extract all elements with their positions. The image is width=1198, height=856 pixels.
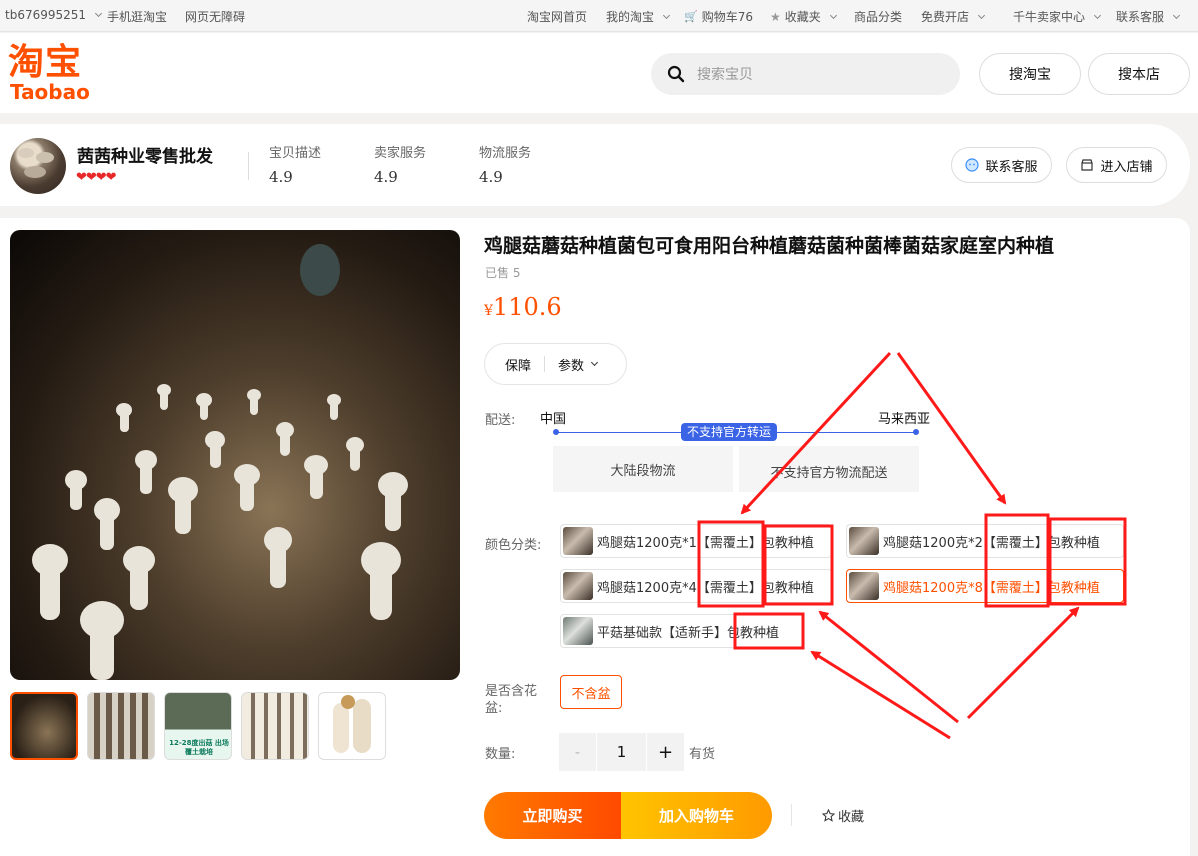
search-input[interactable]: 搜索宝贝	[697, 64, 753, 84]
favorites-link[interactable]: ★ 收藏夹	[770, 8, 837, 25]
color-label: 颜色分类:	[485, 538, 542, 553]
search-box[interactable]: 搜索宝贝	[651, 53, 960, 95]
sku-thumbnail	[849, 572, 879, 600]
shipping-label: 配送:	[485, 413, 516, 428]
score-service: 卖家服务 4.9	[374, 146, 427, 186]
ship-option-mainland: 大陆段物流	[553, 446, 733, 492]
chat-icon	[965, 158, 980, 172]
sku-option-5[interactable]: 平菇基础款【适新手】包教种植	[560, 614, 804, 648]
thumbnail-2[interactable]	[87, 692, 155, 760]
chevron-down-icon	[1172, 11, 1181, 19]
chevron-down-icon	[95, 9, 103, 18]
my-taobao-link[interactable]: 我的淘宝	[606, 8, 671, 25]
sku-option-3[interactable]: 鸡腿菇1200克*4【需覆土】包教种植	[560, 569, 832, 603]
enter-store-button[interactable]: 进入店铺	[1066, 147, 1167, 183]
store-icon	[1081, 159, 1094, 171]
search-store-button[interactable]: 搜本店	[1088, 53, 1190, 95]
add-to-cart-button[interactable]: 加入购物车	[621, 792, 772, 839]
search-taobao-button[interactable]: 搜淘宝	[979, 53, 1081, 95]
sku-thumbnail	[849, 527, 879, 555]
favorite-button[interactable]: 收藏	[822, 806, 864, 825]
chevron-down-icon	[662, 11, 671, 19]
route-start-dot	[553, 429, 559, 435]
shop-avatar[interactable]	[10, 138, 66, 194]
mushroom-field-image	[32, 244, 408, 680]
chevron-down-icon	[1093, 11, 1102, 19]
cart-icon: 🛒	[684, 10, 698, 23]
seller-center-link[interactable]: 千牛卖家中心	[1013, 8, 1102, 25]
thumbnail-1[interactable]	[10, 692, 78, 760]
score-logistics: 物流服务 4.9	[479, 146, 532, 186]
chevron-down-icon	[590, 358, 599, 367]
main-product-image[interactable]	[10, 230, 460, 680]
buy-now-button[interactable]: 立即购买	[484, 792, 621, 839]
pot-option[interactable]: 不含盆	[560, 675, 622, 709]
route-end-dot	[913, 429, 919, 435]
home-link[interactable]: 淘宝网首页	[527, 8, 587, 25]
categories-link[interactable]: 商品分类	[854, 8, 902, 25]
sku-option-2[interactable]: 鸡腿菇1200克*2【需覆土】包教种植	[846, 524, 1124, 558]
accessible-link[interactable]: 网页无障碍	[185, 8, 245, 25]
ship-to: 马来西亚	[878, 412, 931, 427]
taobao-logo[interactable]: 淘宝	[8, 44, 82, 82]
quantity-label: 数量:	[485, 747, 516, 762]
product-title: 鸡腿菇蘑菇种植菌包可食用阳台种植蘑菇菌种菌棒菌菇家庭室内种植	[484, 235, 1055, 257]
pot-label: 是否含花盆:	[485, 684, 538, 716]
ship-option-official: 不支持官方物流配送	[739, 446, 919, 492]
contact-service-button[interactable]: 联系客服	[951, 147, 1052, 183]
divider	[791, 804, 792, 826]
tab-guarantee[interactable]: 保障	[505, 355, 531, 374]
sold-count: 已售 5	[485, 266, 521, 280]
ship-from: 中国	[540, 412, 567, 427]
open-store-link[interactable]: 免费开店	[921, 8, 986, 25]
qty-minus-button[interactable]: -	[559, 733, 596, 771]
taobao-logo-text[interactable]: Taobao	[10, 80, 90, 104]
stock-status: 有货	[689, 747, 716, 762]
search-icon	[667, 65, 685, 83]
qty-input[interactable]: 1	[597, 733, 646, 771]
info-tabs: 保障 参数	[484, 343, 627, 385]
sku-thumbnail	[563, 617, 593, 645]
shop-name[interactable]: 茜茜种业零售批发	[77, 142, 213, 167]
cart-link[interactable]: 🛒 购物车76	[684, 8, 753, 25]
sku-option-1[interactable]: 鸡腿菇1200克*1【需覆土】包教种植	[560, 524, 832, 558]
chevron-down-icon	[977, 11, 986, 19]
sku-thumbnail	[563, 527, 593, 555]
star-icon: ★	[770, 9, 781, 24]
top-bar: tb676995251 手机逛淘宝 网页无障碍 淘宝网首页 我的淘宝 🛒 购物车7…	[0, 0, 1198, 32]
star-outline-icon	[822, 809, 835, 822]
sku-option-4[interactable]: 鸡腿菇1200克*8【需覆土】包教种植	[846, 569, 1124, 603]
tab-params[interactable]: 参数	[558, 355, 584, 374]
thumbnail-5[interactable]	[318, 692, 386, 760]
qty-plus-button[interactable]: +	[647, 733, 684, 771]
shop-rating-hearts: ❤❤❤❤	[76, 170, 117, 185]
username-link[interactable]: tb676995251	[5, 8, 103, 22]
score-description: 宝贝描述 4.9	[269, 146, 322, 186]
thumbnail-4[interactable]	[241, 692, 309, 760]
chevron-down-icon	[829, 11, 837, 19]
contact-link[interactable]: 联系客服	[1116, 8, 1181, 25]
sku-thumbnail	[563, 572, 593, 600]
divider	[248, 152, 249, 180]
no-transit-badge: 不支持官方转运	[681, 423, 778, 441]
thumbnail-3[interactable]: 12-28度出菇 出场覆土栽培	[164, 692, 232, 760]
mobile-link[interactable]: 手机逛淘宝	[107, 8, 167, 25]
price: ¥110.6	[484, 293, 562, 321]
